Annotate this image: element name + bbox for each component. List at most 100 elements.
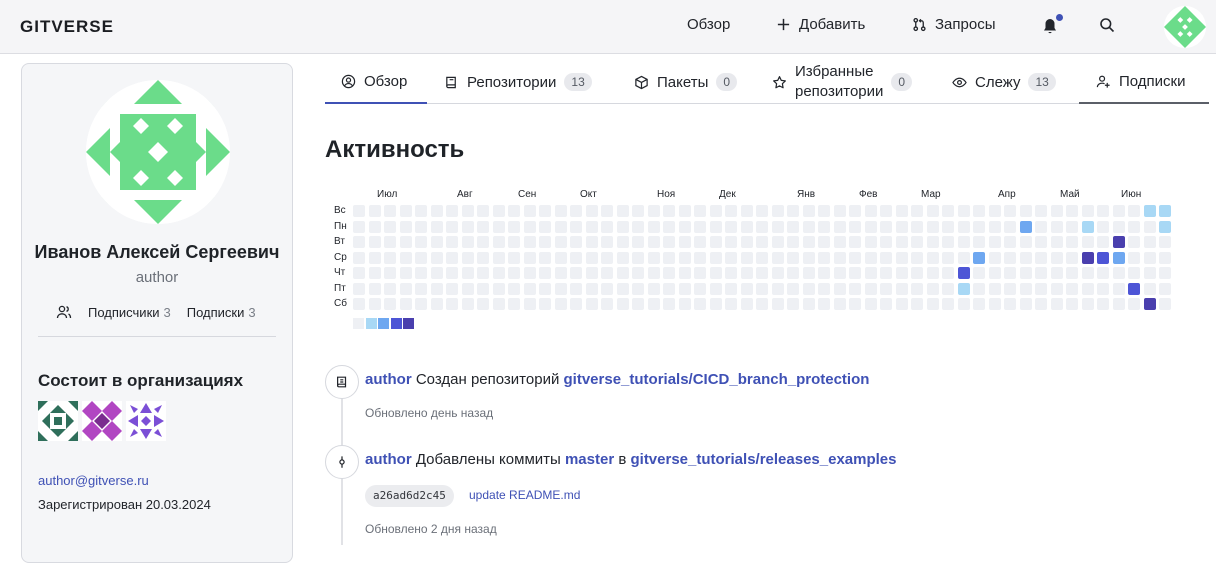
heatmap-cell[interactable] <box>694 282 706 295</box>
heatmap-cell[interactable] <box>802 282 815 295</box>
heatmap-cell[interactable] <box>756 298 768 310</box>
heatmap-cell[interactable] <box>1128 220 1140 233</box>
heatmap-cell[interactable] <box>942 220 954 233</box>
heatmap-cell[interactable] <box>1004 298 1016 310</box>
heatmap-cell[interactable] <box>1066 205 1078 217</box>
heatmap-cell[interactable] <box>880 251 892 264</box>
heatmap-cell[interactable] <box>570 298 582 310</box>
heatmap-cell[interactable] <box>1128 205 1140 217</box>
heatmap-cell[interactable] <box>353 267 365 279</box>
heatmap-cell[interactable] <box>678 282 691 295</box>
heatmap-cell[interactable] <box>895 282 908 295</box>
heatmap-cell[interactable] <box>725 236 737 248</box>
heatmap-cell[interactable] <box>1066 220 1078 233</box>
heatmap-cell[interactable] <box>926 298 939 310</box>
heatmap-cell[interactable] <box>771 282 784 295</box>
heatmap-cell[interactable] <box>864 282 877 295</box>
heatmap-cell[interactable] <box>957 220 970 233</box>
heatmap-cell[interactable] <box>399 205 412 217</box>
heatmap-cell[interactable] <box>523 236 536 248</box>
heatmap-cell[interactable] <box>446 282 458 295</box>
heatmap-cell[interactable] <box>415 251 427 264</box>
heatmap-cell[interactable] <box>771 298 784 310</box>
heatmap-cell[interactable] <box>926 267 939 279</box>
heatmap-cell[interactable] <box>895 236 908 248</box>
heatmap-cell[interactable] <box>1128 282 1140 295</box>
heatmap-cell[interactable] <box>694 251 706 264</box>
heatmap-cell[interactable] <box>833 205 846 217</box>
heatmap-cell[interactable] <box>384 251 396 264</box>
heatmap-cell[interactable] <box>384 220 396 233</box>
heatmap-cell[interactable] <box>1112 205 1125 217</box>
organization-avatar[interactable] <box>126 401 166 441</box>
heatmap-cell[interactable] <box>585 236 598 248</box>
heatmap-cell[interactable] <box>694 267 706 279</box>
heatmap-cell[interactable] <box>802 267 815 279</box>
heatmap-cell[interactable] <box>1097 251 1109 264</box>
heatmap-cell[interactable] <box>585 267 598 279</box>
heatmap-cell[interactable] <box>787 298 799 310</box>
heatmap-cell[interactable] <box>725 282 737 295</box>
heatmap-cell[interactable] <box>833 267 846 279</box>
heatmap-cell[interactable] <box>663 298 675 310</box>
heatmap-cell[interactable] <box>709 220 722 233</box>
heatmap-cell[interactable] <box>725 267 737 279</box>
heatmap-cell[interactable] <box>1081 251 1094 264</box>
heatmap-cell[interactable] <box>446 205 458 217</box>
heatmap-cell[interactable] <box>663 220 675 233</box>
heatmap-cell[interactable] <box>942 236 954 248</box>
nav-requests[interactable]: Запросы <box>912 16 996 33</box>
heatmap-cell[interactable] <box>833 282 846 295</box>
heatmap-cell[interactable] <box>1097 236 1109 248</box>
heatmap-cell[interactable] <box>1035 282 1047 295</box>
heatmap-cell[interactable] <box>477 251 489 264</box>
heatmap-cell[interactable] <box>492 251 505 264</box>
heatmap-cell[interactable] <box>1081 282 1094 295</box>
profile-avatar[interactable] <box>86 80 230 224</box>
heatmap-cell[interactable] <box>539 236 551 248</box>
heatmap-cell[interactable] <box>570 205 582 217</box>
heatmap-cell[interactable] <box>1143 298 1156 310</box>
heatmap-cell[interactable] <box>709 267 722 279</box>
heatmap-cell[interactable] <box>585 298 598 310</box>
heatmap-cell[interactable] <box>616 282 629 295</box>
following-link[interactable]: Подписки 3 <box>187 305 256 320</box>
heatmap-cell[interactable] <box>1081 236 1094 248</box>
heatmap-cell[interactable] <box>880 220 892 233</box>
heatmap-cell[interactable] <box>771 251 784 264</box>
heatmap-cell[interactable] <box>709 298 722 310</box>
heatmap-cell[interactable] <box>554 251 567 264</box>
heatmap-cell[interactable] <box>957 282 970 295</box>
heatmap-cell[interactable] <box>880 236 892 248</box>
heatmap-cell[interactable] <box>694 236 706 248</box>
heatmap-cell[interactable] <box>973 298 985 310</box>
heatmap-cell[interactable] <box>787 236 799 248</box>
heatmap-cell[interactable] <box>864 251 877 264</box>
heatmap-cell[interactable] <box>632 298 644 310</box>
heatmap-cell[interactable] <box>523 298 536 310</box>
heatmap-cell[interactable] <box>849 267 861 279</box>
feed-actor-link[interactable]: author <box>365 451 412 468</box>
heatmap-cell[interactable] <box>384 267 396 279</box>
heatmap-cell[interactable] <box>678 236 691 248</box>
tab-following[interactable]: Подписки <box>1079 60 1209 104</box>
heatmap-cell[interactable] <box>353 220 365 233</box>
heatmap-cell[interactable] <box>833 236 846 248</box>
heatmap-cell[interactable] <box>663 236 675 248</box>
heatmap-cell[interactable] <box>1035 220 1047 233</box>
heatmap-cell[interactable] <box>895 220 908 233</box>
heatmap-cell[interactable] <box>1143 282 1156 295</box>
heatmap-cell[interactable] <box>818 282 830 295</box>
heatmap-cell[interactable] <box>492 298 505 310</box>
heatmap-cell[interactable] <box>399 298 412 310</box>
heatmap-cell[interactable] <box>477 267 489 279</box>
heatmap-cell[interactable] <box>647 298 660 310</box>
heatmap-cell[interactable] <box>973 236 985 248</box>
heatmap-cell[interactable] <box>1066 282 1078 295</box>
heatmap-cell[interactable] <box>1159 220 1171 233</box>
heatmap-cell[interactable] <box>911 251 923 264</box>
heatmap-cell[interactable] <box>740 205 753 217</box>
heatmap-cell[interactable] <box>911 282 923 295</box>
heatmap-cell[interactable] <box>973 267 985 279</box>
heatmap-cell[interactable] <box>957 236 970 248</box>
